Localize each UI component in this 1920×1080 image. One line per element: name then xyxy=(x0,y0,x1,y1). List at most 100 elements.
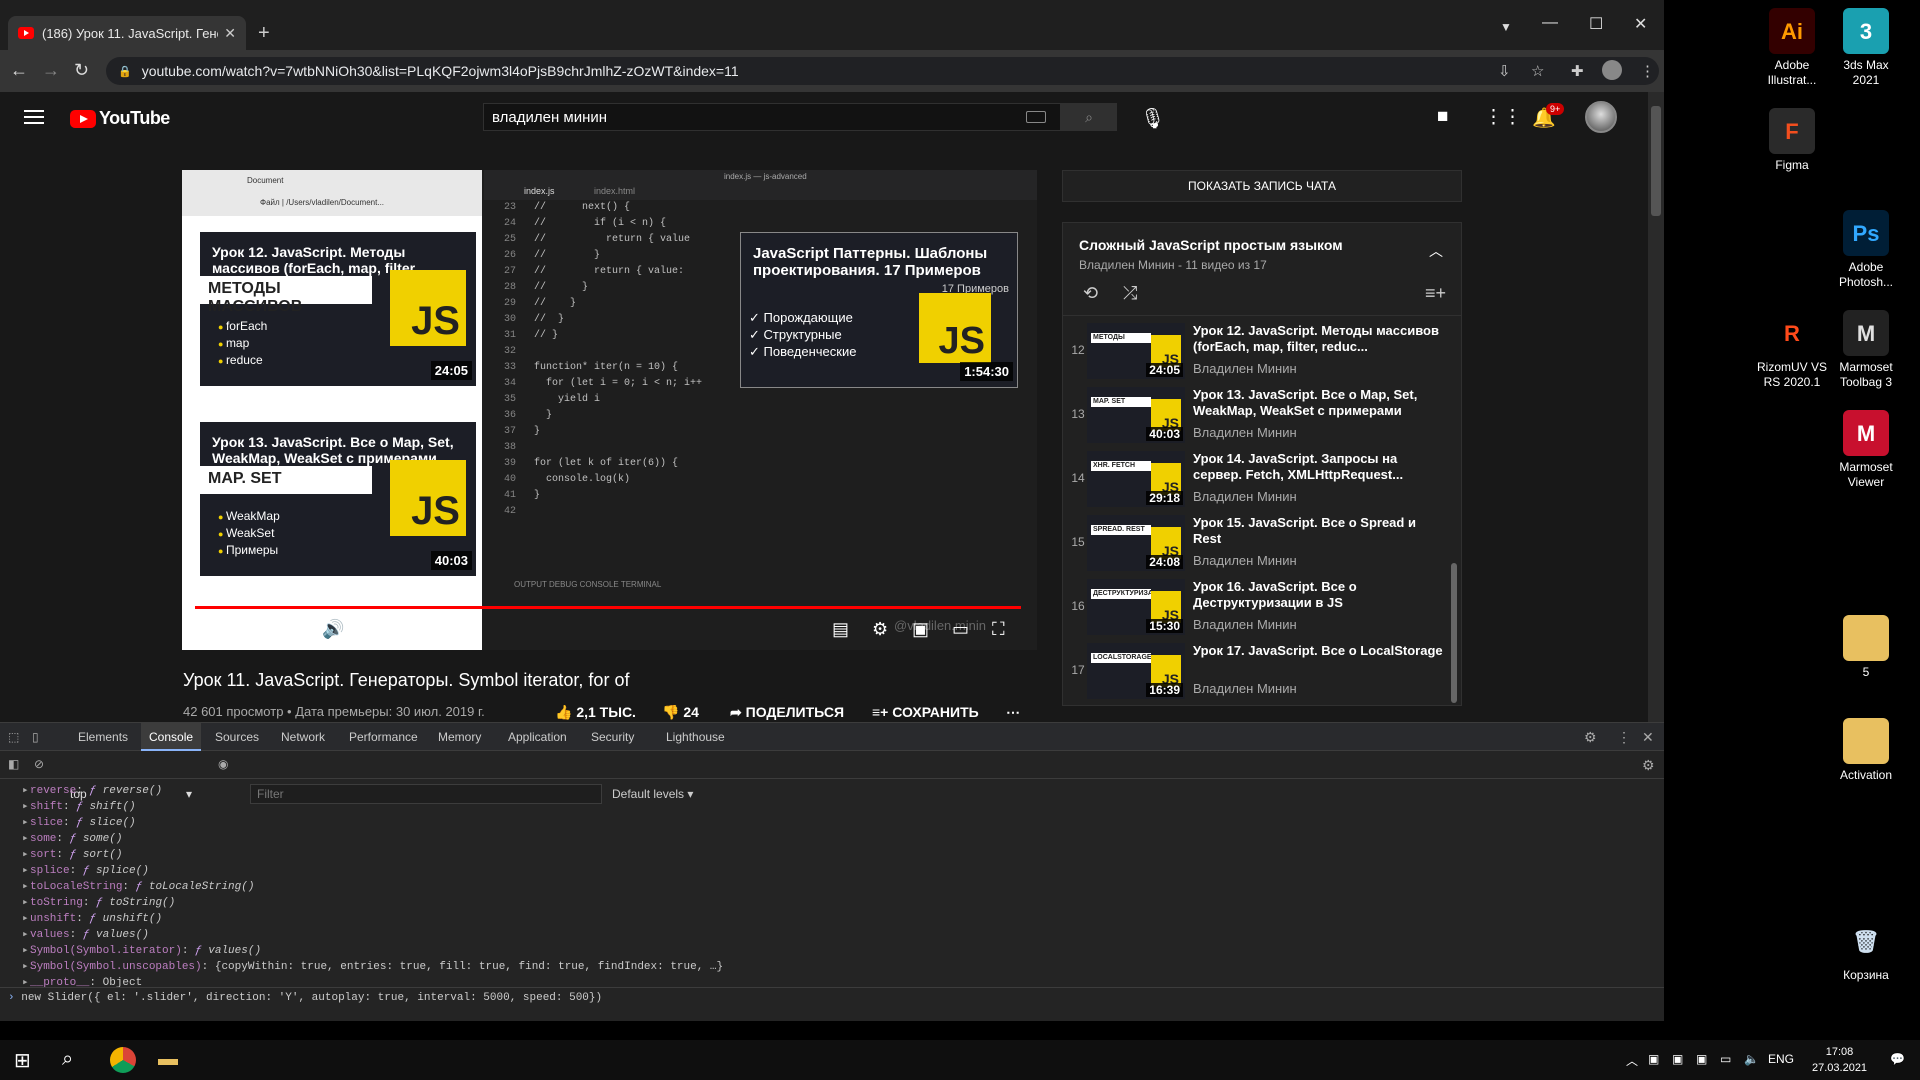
address-bar[interactable]: 🔒 youtube.com/watch?v=7wtbNNiOh30&list=P… xyxy=(106,57,1659,85)
tray-expand-icon[interactable]: ︿ xyxy=(1626,1052,1638,1069)
console-property-row[interactable]: splice: ƒ splice() xyxy=(22,863,149,879)
devtools-settings-icon[interactable]: ⚙ xyxy=(1584,729,1597,746)
desktop-icon[interactable]: 🗑 Корзина xyxy=(1830,918,1902,983)
tray-app-icon[interactable]: ▣ xyxy=(1672,1052,1683,1066)
tab-sources[interactable]: Sources xyxy=(215,730,259,744)
endscreen-card-2[interactable]: Урок 13. JavaScript. Все о Map, Set, Wea… xyxy=(200,422,476,576)
language-indicator[interactable]: ENG xyxy=(1768,1052,1794,1066)
desktop-icon[interactable]: 5 xyxy=(1830,615,1902,680)
video-thumbnail[interactable]: XHR. FETCH JS 29:18 xyxy=(1087,451,1185,507)
close-tab-icon[interactable]: ✕ xyxy=(224,25,236,42)
inspect-element-icon[interactable]: ⬚ xyxy=(8,730,19,744)
forward-arrow-icon[interactable]: → xyxy=(42,60,60,81)
playlist-item[interactable]: 16ДЕСТРУКТУРИЗАЦИЯJS15:30 Урок 16. JavaSc… xyxy=(1063,575,1461,639)
video-thumbnail[interactable]: LOCALSTORAGE JS 16:39 xyxy=(1087,643,1185,699)
dislike-button[interactable]: 👎 24 xyxy=(662,704,699,721)
show-chat-replay-button[interactable]: ПОКАЗАТЬ ЗАПИСЬ ЧАТА xyxy=(1062,170,1462,202)
bookmark-star-icon[interactable]: ☆ xyxy=(1531,62,1544,80)
search-button[interactable]: ⌕ xyxy=(1061,103,1117,131)
network-icon[interactable]: ▭ xyxy=(1720,1052,1731,1066)
video-thumbnail[interactable]: MAP. SET JS 40:03 xyxy=(1087,387,1185,443)
tab-performance[interactable]: Performance xyxy=(349,730,418,744)
new-tab-button[interactable]: + xyxy=(258,22,270,45)
console-property-row[interactable]: values: ƒ values() xyxy=(22,927,149,943)
youtube-logo[interactable]: YouTube xyxy=(70,108,170,129)
collapse-chevron-icon[interactable]: ︿ xyxy=(1429,241,1443,261)
tab-console[interactable]: Console xyxy=(141,723,202,751)
chrome-menu-icon[interactable]: ⋮ xyxy=(1640,62,1655,80)
devtools-close-icon[interactable]: ✕ xyxy=(1642,729,1654,746)
playlist-title[interactable]: Сложный JavaScript простым языком xyxy=(1079,237,1343,253)
minimize-button[interactable]: — xyxy=(1542,14,1558,32)
share-button[interactable]: ➦ ПОДЕЛИТЬСЯ xyxy=(730,704,844,721)
reload-icon[interactable]: ↻ xyxy=(74,60,89,81)
console-property-row[interactable]: toString: ƒ toString() xyxy=(22,895,175,911)
tray-app-icon[interactable]: ▣ xyxy=(1648,1052,1659,1066)
shuffle-icon[interactable]: ⤮ xyxy=(1123,283,1137,304)
desktop-icon[interactable]: R RizomUV VS RS 2020.1 xyxy=(1756,310,1828,390)
save-button[interactable]: ≡+ СОХРАНИТЬ xyxy=(872,704,979,720)
tab-network[interactable]: Network xyxy=(281,730,325,744)
playlist-item[interactable]: 15 SPREAD. REST JS 24:08 Урок 15. JavaScript… xyxy=(1063,511,1461,575)
sidebar-toggle-icon[interactable]: ◧ xyxy=(8,757,19,771)
desktop-icon[interactable]: M Marmoset Viewer xyxy=(1830,410,1902,490)
console-prompt[interactable]: › new Slider({ el: '.slider', direction:… xyxy=(0,987,1664,1009)
more-actions-icon[interactable]: ⋯ xyxy=(1006,704,1020,721)
hamburger-menu-icon[interactable] xyxy=(24,110,44,124)
video-player[interactable]: Document Файл | /Users/vladilen/Document… xyxy=(182,170,1037,650)
notifications-icon[interactable]: 💬 xyxy=(1890,1052,1905,1066)
tray-app-icon[interactable]: ▣ xyxy=(1696,1052,1707,1066)
tab-memory[interactable]: Memory xyxy=(438,730,481,744)
browser-tab[interactable]: (186) Урок 11. JavaScript. Генера ✕ xyxy=(8,16,246,50)
video-thumbnail[interactable]: МЕТОДЫ МАССИВОВJS24:05 xyxy=(1087,323,1185,379)
desktop-icon[interactable]: M Marmoset Toolbag 3 xyxy=(1830,310,1902,390)
console-property-row[interactable]: unshift: ƒ unshift() xyxy=(22,911,162,927)
microphone-icon[interactable]: 🎙 xyxy=(1140,106,1165,131)
search-input[interactable]: владилен минин xyxy=(483,103,1061,131)
video-thumbnail[interactable]: SPREAD. REST JS 24:08 xyxy=(1087,515,1185,571)
profile-avatar[interactable] xyxy=(1602,60,1622,80)
desktop-icon[interactable]: Ps Adobe Photosh... xyxy=(1830,210,1902,290)
keyboard-icon[interactable] xyxy=(1026,111,1046,123)
endscreen-card-1[interactable]: Урок 12. JavaScript. Методы массивов (fo… xyxy=(200,232,476,386)
maximize-button[interactable]: ☐ xyxy=(1589,14,1603,34)
tab-search-icon[interactable]: ▼ xyxy=(1500,20,1512,34)
console-property-row[interactable]: sort: ƒ sort() xyxy=(22,847,122,863)
tab-lighthouse[interactable]: Lighthouse xyxy=(666,730,725,744)
file-explorer-icon[interactable]: ▬ xyxy=(158,1048,178,1071)
windows-start-icon[interactable]: ⊞ xyxy=(14,1048,31,1073)
install-app-icon[interactable]: ⇩ xyxy=(1498,62,1511,80)
console-property-row[interactable]: shift: ƒ shift() xyxy=(22,799,136,815)
devtools-menu-icon[interactable]: ⋮ xyxy=(1617,729,1631,746)
avatar[interactable] xyxy=(1585,101,1617,133)
settings-gear-icon[interactable]: ⚙ xyxy=(872,619,888,640)
clock[interactable]: 17:08 27.03.2021 xyxy=(1812,1044,1867,1076)
playlist-scrollbar[interactable] xyxy=(1451,563,1457,703)
console-property-row[interactable]: reverse: ƒ reverse() xyxy=(22,783,162,799)
theater-mode-icon[interactable]: ▭ xyxy=(952,619,969,640)
playlist-item[interactable]: 14 XHR. FETCH JS 29:18 Урок 14. JavaScript. … xyxy=(1063,447,1461,511)
search-icon[interactable]: ⌕ xyxy=(62,1048,73,1071)
subtitles-icon[interactable]: ▤ xyxy=(832,619,849,640)
eye-icon[interactable]: ◉ xyxy=(218,757,228,771)
desktop-icon[interactable]: Ai Adobe Illustrat... xyxy=(1756,8,1828,88)
desktop-icon[interactable]: F Figma xyxy=(1756,108,1828,173)
endscreen-card-3[interactable]: JavaScript Паттерны. Шаблоны проектирова… xyxy=(740,232,1018,388)
console-property-row[interactable]: Symbol(Symbol.iterator): ƒ values() xyxy=(22,943,261,959)
video-thumbnail[interactable]: ДЕСТРУКТУРИЗАЦИЯJS15:30 xyxy=(1087,579,1185,635)
like-button[interactable]: 👍 2,1 ТЫС. xyxy=(555,704,636,721)
desktop-icon[interactable]: Activation xyxy=(1830,718,1902,783)
tab-security[interactable]: Security xyxy=(591,730,634,744)
next-icon[interactable]: ⏭ xyxy=(286,619,302,640)
tab-elements[interactable]: Elements xyxy=(78,730,128,744)
apps-grid-icon[interactable]: ⋮⋮ xyxy=(1484,106,1522,129)
fullscreen-icon[interactable]: ⛶ xyxy=(992,619,1005,640)
device-toolbar-icon[interactable]: ▯ xyxy=(32,730,39,744)
create-video-icon[interactable]: ■ xyxy=(1437,106,1448,128)
close-window-button[interactable]: ✕ xyxy=(1634,14,1647,34)
loop-icon[interactable]: ⟲ xyxy=(1083,283,1098,304)
desktop-icon[interactable]: 3 3ds Max 2021 xyxy=(1830,8,1902,88)
playlist-item[interactable]: 12МЕТОДЫ МАССИВОВJS24:05 Урок 12. JavaScr… xyxy=(1063,319,1461,383)
previous-icon[interactable]: ⏮ xyxy=(205,619,221,640)
console-property-row[interactable]: toLocaleString: ƒ toLocaleString() xyxy=(22,879,254,895)
